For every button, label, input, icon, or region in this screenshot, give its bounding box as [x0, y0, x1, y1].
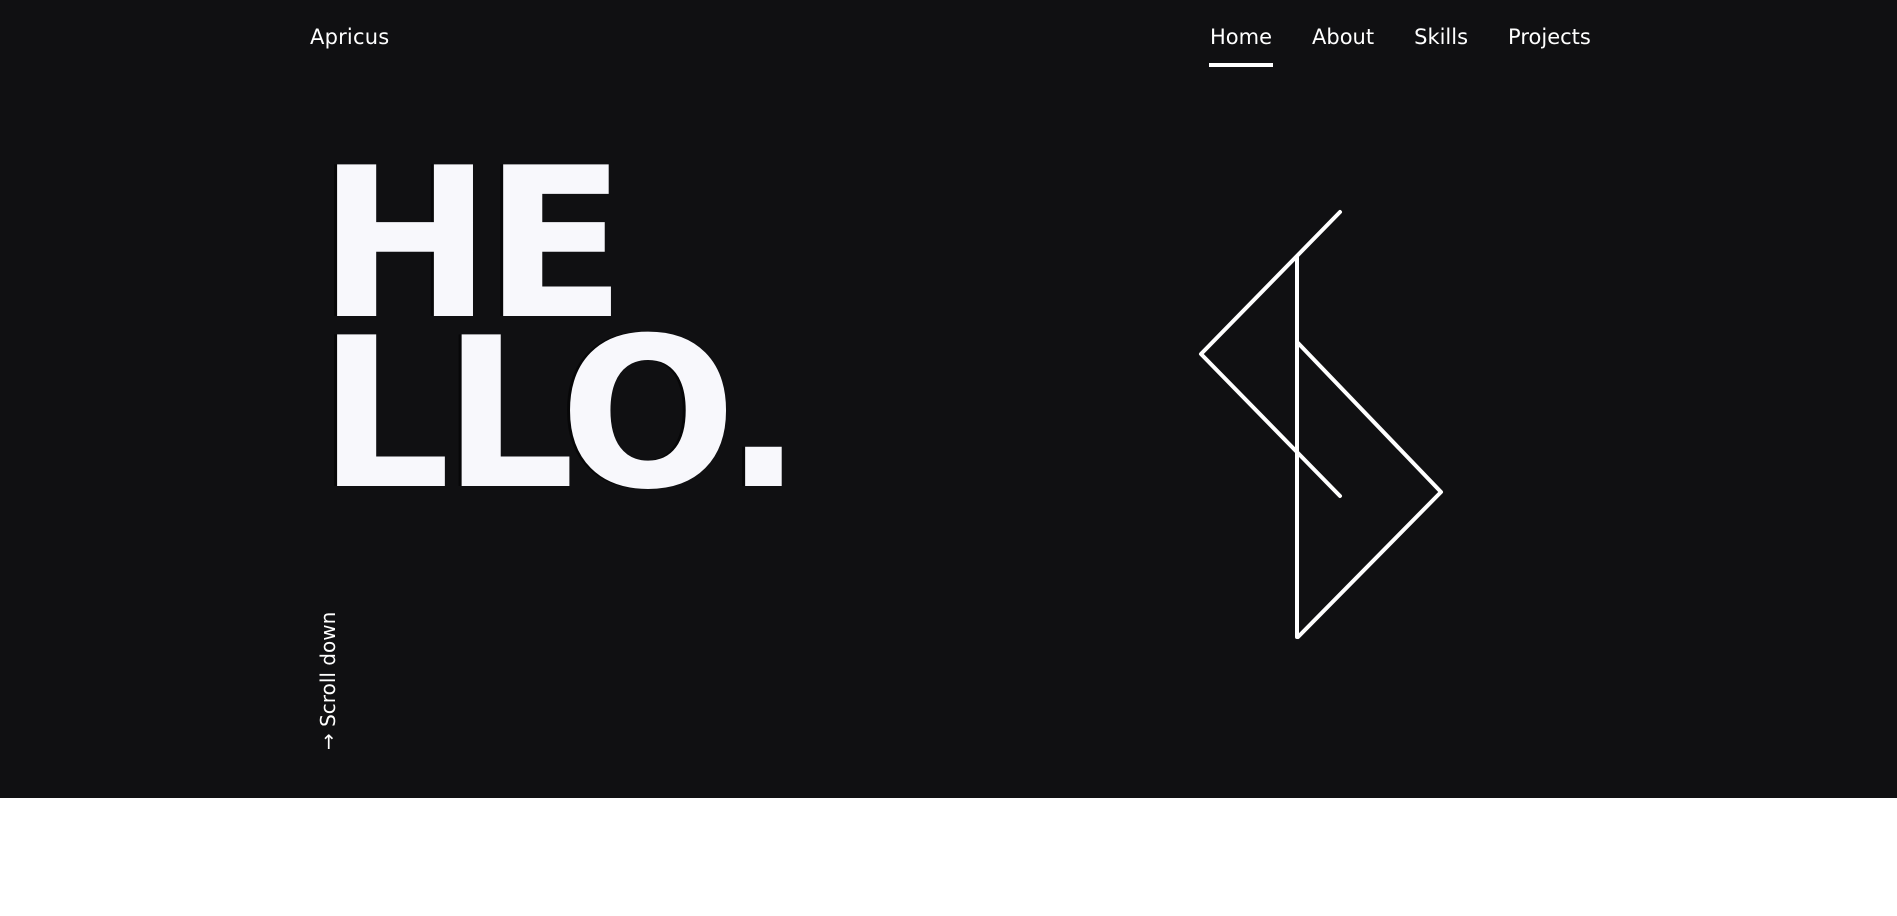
nav-home-link[interactable]: Home [1208, 25, 1274, 67]
nav-projects-link[interactable]: Projects [1508, 25, 1591, 67]
geometric-line-logo-icon [1199, 210, 1443, 639]
nav-skills-link[interactable]: Skills [1414, 25, 1468, 67]
logo-lower-chevron [1296, 341, 1443, 639]
brand-logo-text[interactable]: Apricus [310, 25, 389, 49]
hero-headline: HE LLO. [318, 141, 803, 536]
hero-section: Apricus Home About Skills Projects HE LL… [0, 0, 1897, 798]
content-area [0, 798, 1897, 916]
main-nav: Home About Skills Projects [1208, 25, 1591, 67]
logo-upper-chevron [1199, 210, 1342, 498]
headline-line-2: LLO. [318, 294, 803, 536]
nav-about-link[interactable]: About [1312, 25, 1374, 67]
scroll-down-link[interactable]: → Scroll down [316, 612, 342, 750]
